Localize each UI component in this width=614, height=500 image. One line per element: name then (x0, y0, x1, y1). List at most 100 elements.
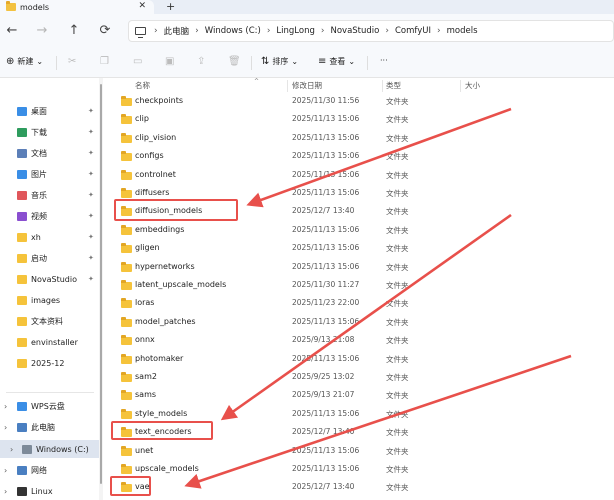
file-row-clip[interactable]: clip 2025/11/13 15:06 文件夹 (104, 111, 614, 129)
file-row-configs[interactable]: configs 2025/11/13 15:06 文件夹 (104, 148, 614, 166)
delete-icon[interactable]: 🗑 (228, 56, 244, 67)
file-row-loras[interactable]: loras 2025/11/23 22:00 文件夹 (104, 295, 614, 313)
file-row-unet[interactable]: unet 2025/11/13 15:06 文件夹 (104, 443, 614, 461)
file-name[interactable]: upscale_models (135, 464, 199, 473)
file-row-vae[interactable]: vae 2025/12/7 13:40 文件夹 (104, 479, 614, 497)
file-name[interactable]: photomaker (135, 354, 183, 363)
sidebar-item[interactable]: 2025-12 (0, 354, 100, 372)
file-name[interactable]: style_models (135, 409, 187, 418)
sidebar-item[interactable]: NovaStudio ✦ (0, 270, 100, 288)
breadcrumb-separator-icon[interactable]: › (154, 26, 158, 36)
share-icon[interactable]: ⇪ (197, 56, 208, 67)
chevron-right-icon[interactable]: › (10, 445, 13, 454)
file-row-latent-upscale-models[interactable]: latent_upscale_models 2025/11/30 11:27 文件夹 (104, 277, 614, 295)
copy-icon[interactable]: ❐ (100, 56, 112, 67)
file-row-model-patches[interactable]: model_patches 2025/11/13 15:06 文件夹 (104, 314, 614, 332)
tree-item[interactable]: › WPS云盘 (0, 397, 100, 415)
sidebar-item[interactable]: 视频 ✦ (0, 207, 100, 225)
tab-models[interactable]: models ✕ (0, 0, 154, 14)
tree-item[interactable]: › 此电脑 (0, 418, 100, 436)
sidebar-item[interactable]: 启动 ✦ (0, 249, 100, 267)
file-row-controlnet[interactable]: controlnet 2025/11/13 15:06 文件夹 (104, 167, 614, 185)
file-modified-date: 2025/11/30 11:27 (292, 280, 360, 289)
sidebar-item[interactable]: 下载 ✦ (0, 123, 100, 141)
sidebar-item[interactable]: 文档 ✦ (0, 144, 100, 162)
cut-icon[interactable]: ✂ (68, 56, 79, 67)
refresh-icon[interactable]: ⟳ (97, 23, 113, 39)
sort-button[interactable]: ⇅ 排序 ⌄ (261, 56, 298, 67)
scrollbar-thumb[interactable] (100, 84, 102, 484)
file-name[interactable]: sam2 (135, 372, 157, 381)
file-row-upscale-models[interactable]: upscale_models 2025/11/13 15:06 文件夹 (104, 461, 614, 479)
breadcrumb-this-pc[interactable]: 此电脑 (164, 25, 190, 37)
breadcrumb-separator-icon[interactable]: › (321, 26, 325, 36)
breadcrumb-windows-c[interactable]: Windows (C:) (205, 26, 261, 36)
view-button[interactable]: ≡ 查看 ⌄ (318, 56, 355, 67)
file-row-sams[interactable]: sams 2025/9/13 21:07 文件夹 (104, 387, 614, 405)
breadcrumb-separator-icon[interactable]: › (437, 26, 441, 36)
column-header-size[interactable]: 大小 (465, 80, 480, 94)
back-arrow-icon[interactable]: ← (4, 23, 20, 39)
up-arrow-icon[interactable]: ↑ (66, 23, 82, 39)
file-name[interactable]: embeddings (135, 225, 184, 234)
sidebar-item[interactable]: images (0, 291, 100, 309)
tree-item[interactable]: › Windows (C:) (0, 440, 100, 458)
new-button[interactable]: ⊕ 新建 ⌄ (6, 56, 43, 67)
file-row-checkpoints[interactable]: checkpoints 2025/11/30 11:56 文件夹 (104, 93, 614, 111)
address-bar[interactable]: › 此电脑 › Windows (C:) › LingLong › NovaSt… (128, 20, 614, 42)
paste-icon[interactable]: ▭ (133, 56, 145, 67)
breadcrumb-models[interactable]: models (447, 26, 478, 36)
rename-icon[interactable]: ▣ (165, 56, 177, 67)
breadcrumb-separator-icon[interactable]: › (267, 26, 271, 36)
folder-icon (121, 224, 132, 235)
sidebar-item[interactable]: 图片 ✦ (0, 165, 100, 183)
breadcrumb-separator-icon[interactable]: › (195, 26, 199, 36)
file-row-embeddings[interactable]: embeddings 2025/11/13 15:06 文件夹 (104, 222, 614, 240)
forward-arrow-icon[interactable]: → (34, 23, 50, 39)
chevron-right-icon[interactable]: › (4, 402, 7, 411)
file-name[interactable]: unet (135, 446, 153, 455)
file-row-photomaker[interactable]: photomaker 2025/11/13 15:06 文件夹 (104, 351, 614, 369)
file-name[interactable]: latent_upscale_models (135, 280, 226, 289)
file-name[interactable]: clip_vision (135, 133, 176, 142)
more-options-button[interactable]: ··· (380, 56, 388, 65)
file-row-hypernetworks[interactable]: hypernetworks 2025/11/13 15:06 文件夹 (104, 259, 614, 277)
sidebar-item[interactable]: envinstaller (0, 333, 100, 351)
close-tab-icon[interactable]: ✕ (138, 1, 146, 11)
chevron-right-icon[interactable]: › (4, 487, 7, 496)
file-type: 文件夹 (386, 189, 409, 198)
breadcrumb-linglong[interactable]: LingLong (276, 26, 314, 36)
sidebar-item[interactable]: xh ✦ (0, 228, 100, 246)
breadcrumb-novastudio[interactable]: NovaStudio (330, 26, 379, 36)
sidebar-item[interactable]: 桌面 ✦ (0, 102, 100, 120)
file-name[interactable]: model_patches (135, 317, 196, 326)
sidebar-item[interactable]: 文本资料 (0, 312, 100, 330)
file-name[interactable]: controlnet (135, 170, 176, 179)
file-row-sam2[interactable]: sam2 2025/9/25 13:02 文件夹 (104, 369, 614, 387)
file-name[interactable]: gligen (135, 243, 160, 252)
annotation-box-diffusion-models (114, 199, 238, 221)
file-name[interactable]: hypernetworks (135, 262, 195, 271)
sidebar-item[interactable]: 音乐 ✦ (0, 186, 100, 204)
tree-item[interactable]: › 网络 (0, 461, 100, 479)
breadcrumb-separator-icon[interactable]: › (385, 26, 389, 36)
file-name[interactable]: configs (135, 151, 164, 160)
column-header-modified[interactable]: 修改日期 (292, 80, 322, 94)
breadcrumb-comfyui[interactable]: ComfyUI (395, 26, 431, 36)
file-row-gligen[interactable]: gligen 2025/11/13 15:06 文件夹 (104, 240, 614, 258)
file-name[interactable]: onnx (135, 335, 155, 344)
chevron-down-icon: ⌄ (36, 57, 44, 66)
chevron-right-icon[interactable]: › (4, 423, 7, 432)
file-name[interactable]: loras (135, 298, 154, 307)
column-header-type[interactable]: 类型 (386, 80, 401, 94)
file-name[interactable]: sams (135, 390, 156, 399)
chevron-right-icon[interactable]: › (4, 466, 7, 475)
file-row-clip-vision[interactable]: clip_vision 2025/11/13 15:06 文件夹 (104, 130, 614, 148)
file-name[interactable]: diffusers (135, 188, 169, 197)
file-row-onnx[interactable]: onnx 2025/9/13 21:08 文件夹 (104, 332, 614, 350)
column-header-name[interactable]: 名称 (135, 80, 150, 94)
file-name[interactable]: clip (135, 114, 149, 123)
tree-item[interactable]: › Linux (0, 482, 100, 500)
file-name[interactable]: checkpoints (135, 96, 183, 105)
new-tab-button[interactable]: + (166, 0, 175, 13)
